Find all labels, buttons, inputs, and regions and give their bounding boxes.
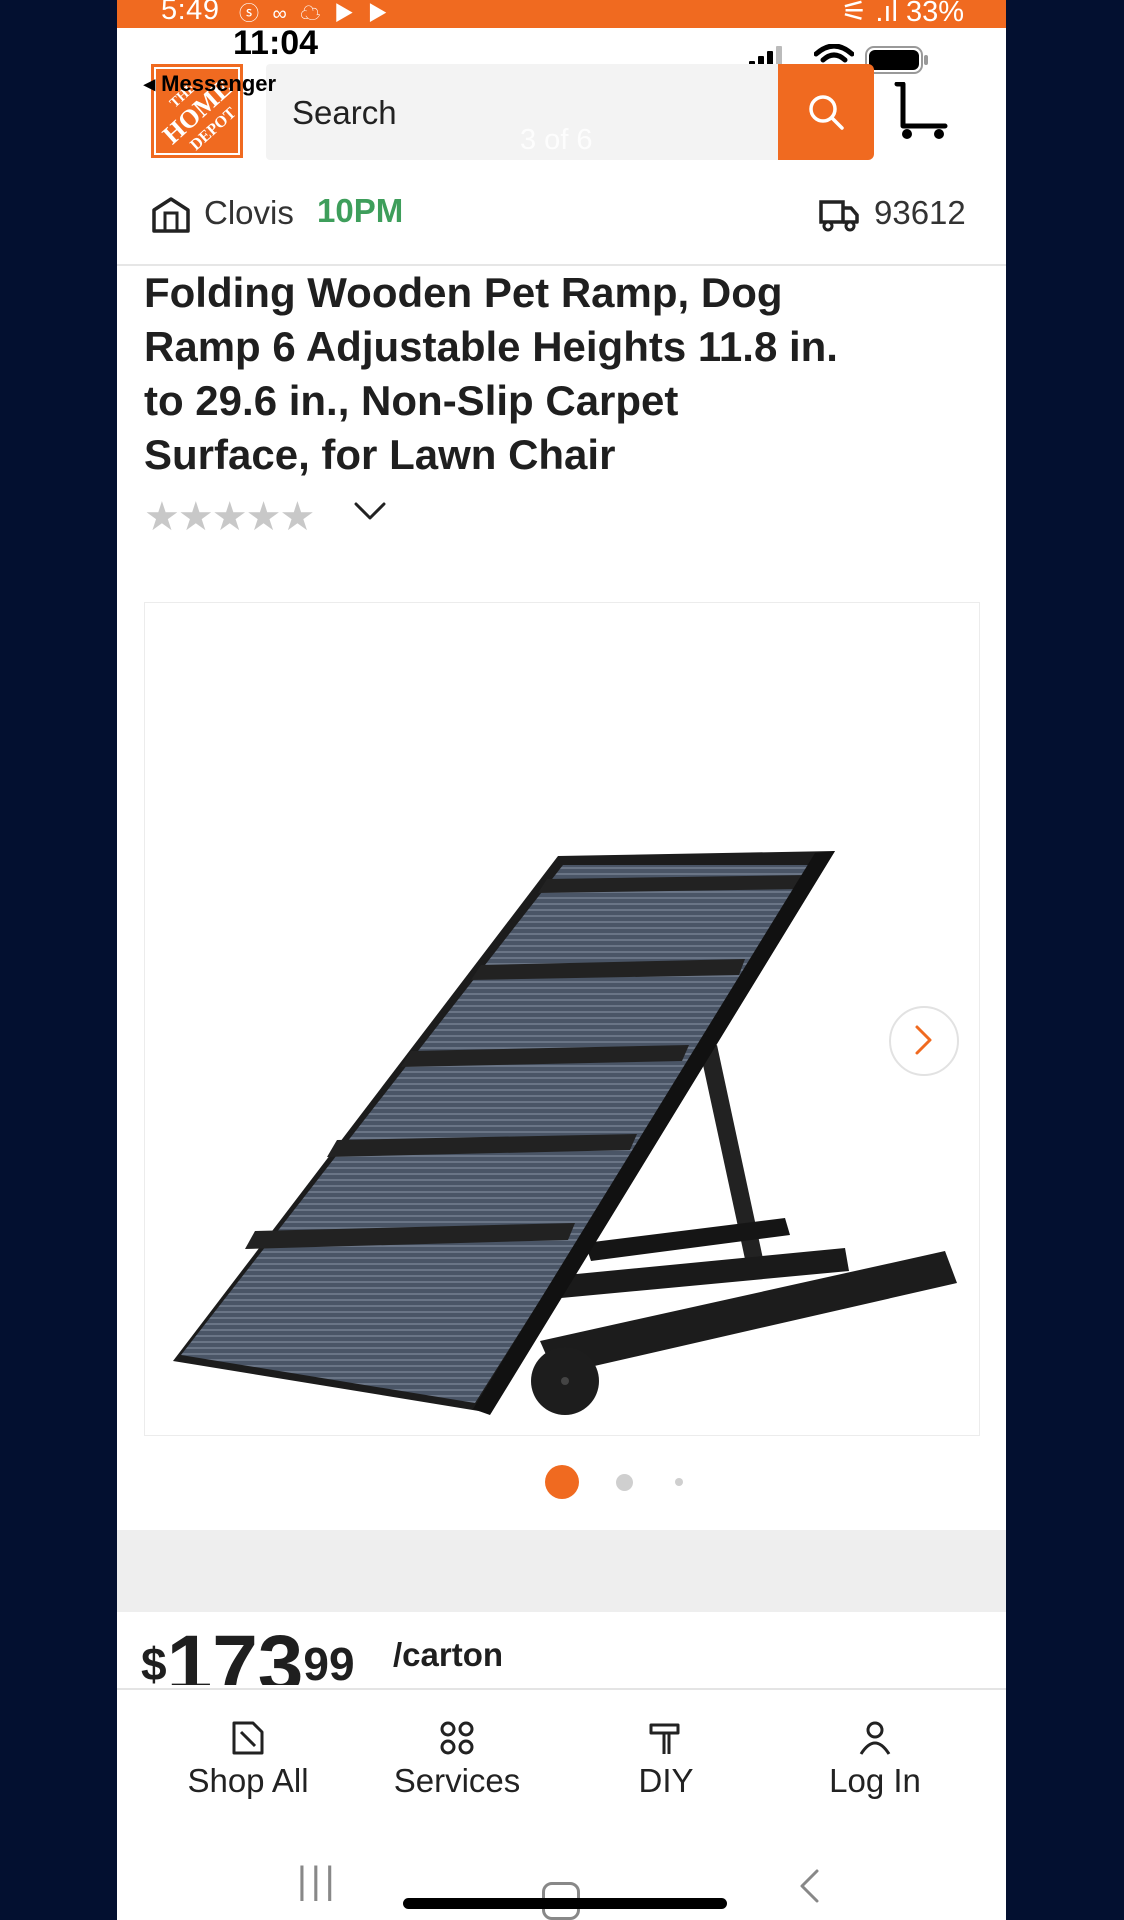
nav-label: Services: [393, 1762, 521, 1799]
ios-time: 11:04: [233, 24, 319, 62]
price-cents: 99: [303, 1638, 355, 1685]
search-icon: [809, 95, 844, 130]
carousel-dot[interactable]: [675, 1478, 683, 1486]
grid-icon: [440, 1721, 474, 1755]
bottom-navigation: Shop All Services DIY Log In: [117, 1688, 1006, 1830]
search-placeholder: Search: [292, 94, 397, 131]
store-hours: 10PM: [317, 192, 404, 229]
android-time: 5:49: [161, 0, 220, 26]
android-notification-icons: ⓢ ∞ ☁ ▶ ▶: [239, 3, 392, 25]
product-image[interactable]: [144, 602, 980, 1436]
android-battery-text: ⚟ .ıl 33%: [841, 0, 964, 28]
price: $17399: [141, 1625, 355, 1685]
home-indicator[interactable]: [403, 1898, 727, 1909]
nav-label: Shop All: [187, 1762, 309, 1799]
store-info-row[interactable]: Clovis 10PM 93612: [117, 178, 1006, 266]
phone-screen: 5:49 ⓢ ∞ ☁ ▶ ▶ ⚟ .ıl 33% 11:04 ◂ Messeng…: [117, 0, 1006, 1920]
recent-apps-button[interactable]: |||: [297, 1860, 339, 1903]
delivery-truck-icon: [819, 200, 859, 232]
hammer-icon: [649, 1723, 680, 1754]
chevron-down-icon[interactable]: [353, 500, 387, 522]
search-input[interactable]: Search 3 of 6: [266, 64, 779, 160]
price-unit: /carton: [393, 1636, 504, 1673]
price-dollars: 173: [166, 1625, 304, 1685]
user-icon: [859, 1721, 891, 1755]
chevron-right-icon: [915, 1025, 932, 1055]
store-icon: [152, 197, 190, 233]
nav-shop-all[interactable]: Shop All: [148, 1720, 348, 1800]
tag-icon: [232, 1721, 264, 1755]
next-image-button[interactable]: [889, 1006, 959, 1076]
image-counter: 3 of 6: [520, 124, 593, 156]
back-icon[interactable]: [797, 1868, 821, 1904]
pet-ramp-image: [173, 851, 957, 1415]
rating-stars[interactable]: ★★★★★: [144, 494, 315, 540]
carousel-dot[interactable]: [616, 1474, 633, 1491]
store-name: Clovis: [204, 194, 294, 231]
cart-icon[interactable]: [893, 82, 949, 140]
system-navigation-bar: |||: [117, 1830, 1006, 1920]
carousel-dot-active[interactable]: [545, 1465, 579, 1499]
nav-label: DIY: [638, 1762, 694, 1799]
search-button[interactable]: [778, 64, 874, 160]
back-to-messenger-link[interactable]: ◂ Messenger: [144, 71, 276, 97]
section-divider: [117, 1530, 1006, 1612]
nav-label: Log In: [829, 1762, 921, 1799]
delivery-zip: 93612: [874, 194, 966, 231]
battery-icon: [865, 46, 928, 74]
product-title: Folding Wooden Pet Ramp, Dog Ramp 6 Adju…: [144, 269, 838, 478]
nav-services[interactable]: Services: [357, 1720, 557, 1800]
nav-diy[interactable]: DIY: [566, 1720, 766, 1800]
price-currency: $: [141, 1638, 167, 1685]
nav-log-in[interactable]: Log In: [775, 1720, 975, 1800]
